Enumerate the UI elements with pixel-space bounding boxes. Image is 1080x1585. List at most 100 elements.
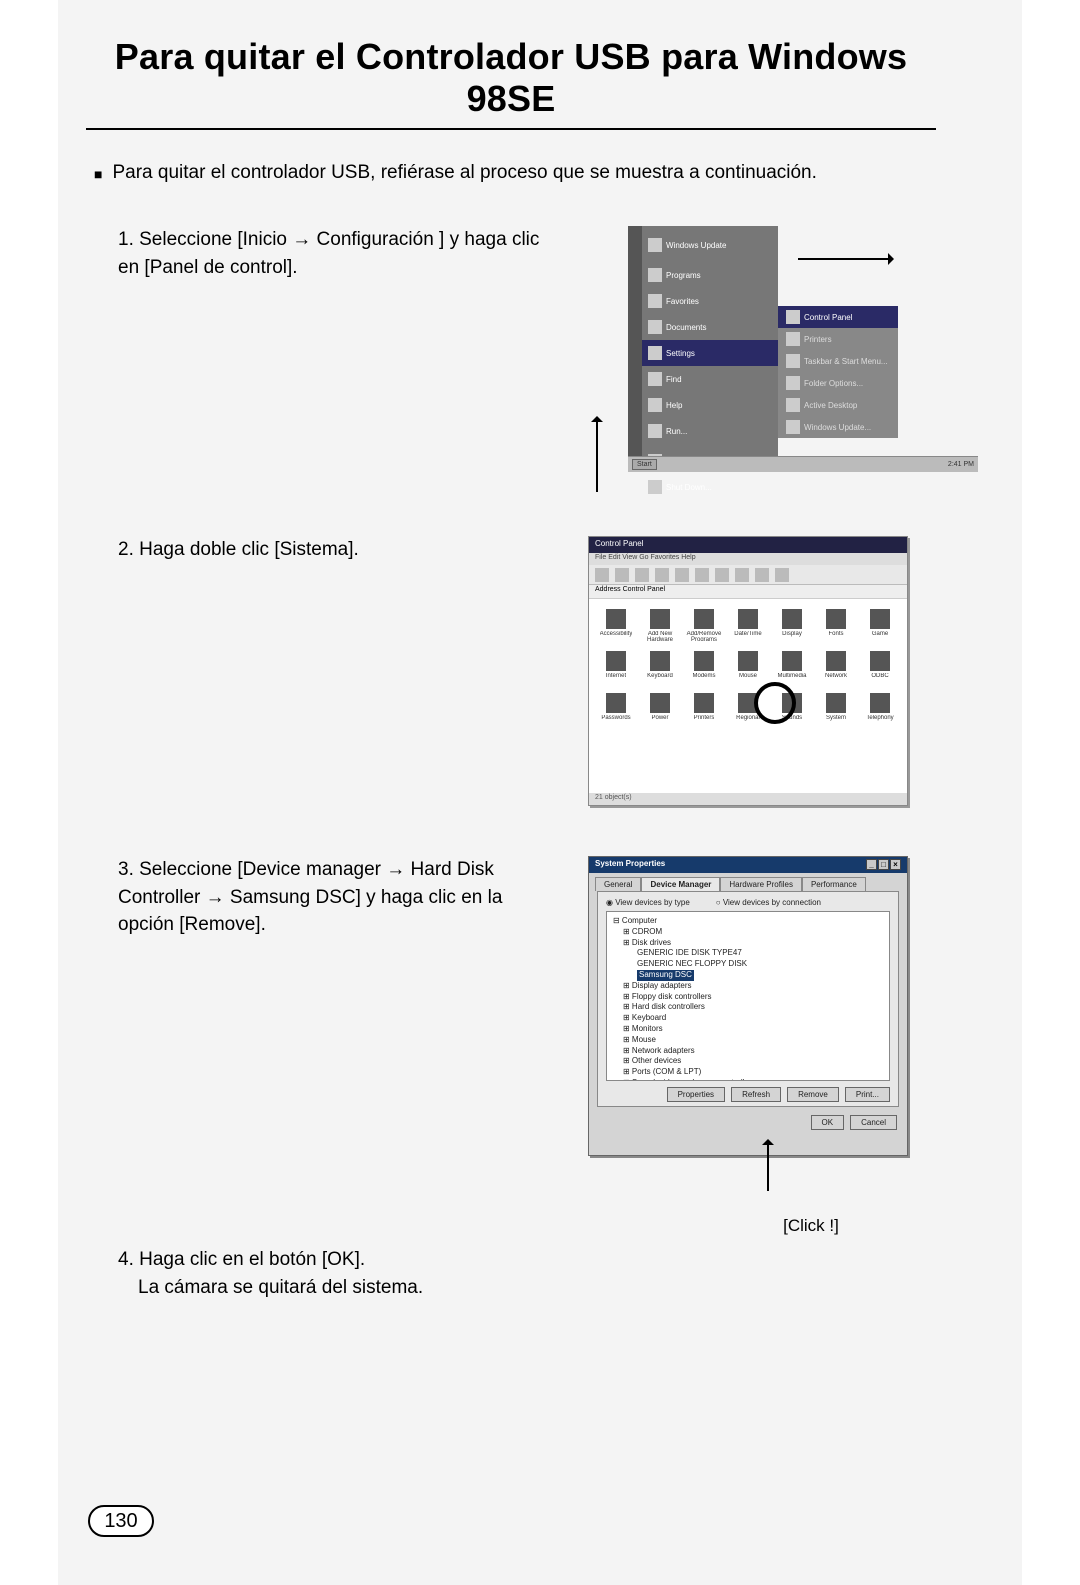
control-panel-item[interactable]: Passwords [597, 693, 635, 725]
control-panel-item[interactable]: Regional [729, 693, 767, 725]
forward-icon[interactable] [615, 568, 629, 582]
control-panel-item[interactable]: Sounds [773, 693, 811, 725]
control-panel-item[interactable]: ODBC [861, 651, 899, 683]
cancel-button[interactable]: Cancel [850, 1115, 897, 1130]
step-4: 4. Haga clic en el botón [OK]. La cámara… [118, 1246, 934, 1301]
tree-node[interactable]: ⊞ Keyboard [613, 1013, 883, 1024]
control-panel-item[interactable]: Modems [685, 651, 723, 683]
radio-by-connection[interactable]: View devices by connection [716, 898, 821, 907]
tree-node[interactable]: GENERIC IDE DISK TYPE47 [613, 948, 883, 959]
tree-node[interactable]: ⊞ CDROM [613, 927, 883, 938]
device-tree[interactable]: ⊟ Computer⊞ CDROM⊞ Disk drivesGENERIC ID… [606, 911, 890, 1081]
submenu-item[interactable]: Folder Options... [778, 372, 898, 394]
arrow-up-icon [767, 1145, 769, 1191]
tab-performance[interactable]: Performance [802, 877, 866, 891]
tabs: General Device Manager Hardware Profiles… [589, 873, 907, 891]
control-panel-item[interactable]: System [817, 693, 855, 725]
control-panel-item[interactable]: Mouse [729, 651, 767, 683]
tree-node[interactable]: Samsung DSC [613, 970, 883, 981]
menu-item[interactable]: Documents [642, 314, 778, 340]
submenu-item[interactable]: Taskbar & Start Menu... [778, 350, 898, 372]
menu-item[interactable]: Find [642, 366, 778, 392]
tree-node[interactable]: ⊞ Floppy disk controllers [613, 992, 883, 1003]
properties-icon[interactable] [755, 568, 769, 582]
tree-node[interactable]: ⊞ Display adapters [613, 981, 883, 992]
remove-button[interactable]: Remove [787, 1087, 839, 1102]
submenu-item[interactable]: Active Desktop [778, 394, 898, 416]
tree-node[interactable]: ⊞ Hard disk controllers [613, 1002, 883, 1013]
control-panel-item[interactable]: Add New Hardware [641, 609, 679, 641]
window-toolbar [589, 565, 907, 585]
control-panel-item[interactable]: Display [773, 609, 811, 641]
menu-item[interactable]: Programs [642, 262, 778, 288]
menu-item[interactable]: Windows Update [642, 232, 778, 258]
properties-button[interactable]: Properties [667, 1087, 725, 1102]
view-radio-row: View devices by type View devices by con… [606, 898, 890, 907]
cp-item-label: Passwords [601, 715, 630, 725]
close-icon[interactable]: × [890, 859, 901, 870]
menu-item[interactable]: Favorites [642, 288, 778, 314]
window-title: System Properties [595, 859, 665, 871]
tree-node[interactable]: ⊞ Network adapters [613, 1046, 883, 1057]
minimize-icon[interactable]: _ [866, 859, 877, 870]
submenu-label: Taskbar & Start Menu... [804, 357, 888, 366]
ok-button[interactable]: OK [811, 1115, 845, 1130]
control-panel-item[interactable]: Keyboard [641, 651, 679, 683]
undo-icon[interactable] [715, 568, 729, 582]
submenu-item[interactable]: Printers [778, 328, 898, 350]
tree-node[interactable]: ⊞ Disk drives [613, 938, 883, 949]
tree-node[interactable]: ⊞ Mouse [613, 1035, 883, 1046]
control-panel-item[interactable]: Fonts [817, 609, 855, 641]
control-panel-item[interactable]: Add/Remove Programs [685, 609, 723, 641]
paste-icon[interactable] [695, 568, 709, 582]
cp-item-icon [738, 609, 758, 629]
control-panel-item[interactable]: Power [641, 693, 679, 725]
print-button[interactable]: Print... [845, 1087, 890, 1102]
control-panel-item[interactable]: Multimedia [773, 651, 811, 683]
control-panel-item[interactable]: Date/Time [729, 609, 767, 641]
menu-item-settings[interactable]: Settings [642, 340, 778, 366]
tree-node[interactable]: ⊞ Monitors [613, 1024, 883, 1035]
maximize-icon[interactable]: □ [878, 859, 889, 870]
address-bar[interactable]: Address Control Panel [589, 585, 907, 599]
copy-icon[interactable] [675, 568, 689, 582]
submenu-item[interactable]: Windows Update... [778, 416, 898, 438]
tree-node[interactable]: ⊞ Other devices [613, 1056, 883, 1067]
printers-icon [786, 332, 800, 346]
tree-node[interactable]: GENERIC NEC FLOPPY DISK [613, 959, 883, 970]
start-button[interactable]: Start [632, 459, 657, 470]
control-panel-item[interactable]: Network [817, 651, 855, 683]
control-panel-item[interactable]: Internet [597, 651, 635, 683]
tree-node[interactable]: ⊞ Ports (COM & LPT) [613, 1067, 883, 1078]
menu-label: Windows Update [666, 241, 726, 250]
globe-icon [648, 238, 662, 252]
menu-item[interactable]: Help [642, 392, 778, 418]
cp-item-label: Regional [736, 715, 760, 725]
arrow-up-icon [596, 422, 598, 492]
tree-root[interactable]: ⊟ Computer [613, 916, 883, 927]
tree-node[interactable]: ⊞ Sound, video and game controllers [613, 1078, 883, 1081]
menu-item[interactable]: Run... [642, 418, 778, 444]
bullet-icon: ■ [94, 162, 102, 186]
up-icon[interactable] [635, 568, 649, 582]
window-menubar[interactable]: File Edit View Go Favorites Help [589, 553, 907, 565]
refresh-button[interactable]: Refresh [731, 1087, 781, 1102]
submenu-item-controlpanel[interactable]: Control Panel [778, 306, 898, 328]
tab-general[interactable]: General [595, 877, 641, 891]
delete-icon[interactable] [735, 568, 749, 582]
control-panel-item[interactable]: Game [861, 609, 899, 641]
views-icon[interactable] [775, 568, 789, 582]
control-panel-item[interactable]: Accessibility [597, 609, 635, 641]
menu-item[interactable]: Shut Down... [642, 474, 778, 500]
cp-item-label: Printers [694, 715, 715, 725]
cp-item-icon [606, 693, 626, 713]
back-icon[interactable] [595, 568, 609, 582]
control-panel-item[interactable]: Telephony [861, 693, 899, 725]
control-panel-item[interactable]: Printers [685, 693, 723, 725]
tab-hardware-profiles[interactable]: Hardware Profiles [720, 877, 802, 891]
tab-device-manager[interactable]: Device Manager [641, 877, 720, 891]
radio-by-type[interactable]: View devices by type [606, 898, 690, 907]
control-panel-grid: AccessibilityAdd New HardwareAdd/Remove … [589, 599, 907, 735]
cut-icon[interactable] [655, 568, 669, 582]
settings-icon [648, 346, 662, 360]
